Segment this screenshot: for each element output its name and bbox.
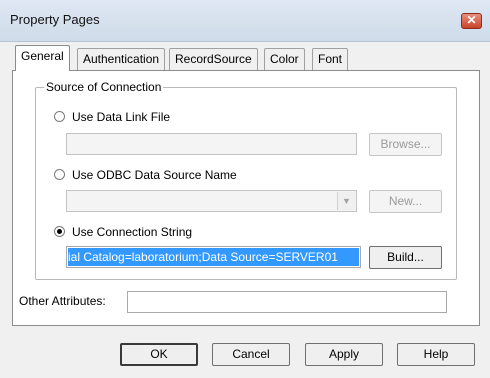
apply-button[interactable]: Apply bbox=[305, 343, 383, 366]
tab-color[interactable]: Color bbox=[264, 48, 305, 70]
property-pages-dialog: Property Pages ✕ General Authentication … bbox=[0, 0, 490, 378]
conn-string-radio[interactable]: Use Connection String bbox=[54, 225, 192, 241]
source-of-connection-group: Source of Connection Use Data Link File … bbox=[35, 80, 457, 280]
build-button[interactable]: Build... bbox=[369, 246, 442, 269]
conn-string-label: Use Connection String bbox=[72, 225, 193, 239]
close-button[interactable]: ✕ bbox=[461, 13, 482, 29]
tab-recordsource[interactable]: RecordSource bbox=[169, 48, 258, 70]
connection-string-value: itial Catalog=laboratorium;Data Source=S… bbox=[68, 248, 359, 266]
radio-button[interactable] bbox=[54, 169, 65, 180]
cancel-button[interactable]: Cancel bbox=[212, 343, 290, 366]
radio-button[interactable] bbox=[54, 111, 65, 122]
title-bar[interactable]: Property Pages ✕ bbox=[0, 0, 490, 42]
odbc-dropdown[interactable]: ▼ bbox=[66, 190, 357, 212]
chevron-down-icon[interactable]: ▼ bbox=[337, 192, 355, 210]
tab-authentication[interactable]: Authentication bbox=[77, 48, 166, 70]
tab-font[interactable]: Font bbox=[312, 48, 349, 70]
connection-string-field[interactable]: itial Catalog=laboratorium;Data Source=S… bbox=[66, 246, 361, 268]
help-button[interactable]: Help bbox=[397, 343, 475, 366]
radio-button-checked[interactable] bbox=[54, 226, 65, 237]
ok-button[interactable]: OK bbox=[120, 343, 198, 366]
new-button[interactable]: New... bbox=[369, 190, 442, 213]
close-icon: ✕ bbox=[466, 13, 477, 27]
other-attributes-input[interactable] bbox=[127, 291, 447, 313]
other-attributes-label: Other Attributes: bbox=[19, 294, 106, 308]
tab-general[interactable]: General bbox=[15, 45, 70, 71]
group-legend: Source of Connection bbox=[44, 80, 164, 94]
odbc-radio[interactable]: Use ODBC Data Source Name bbox=[54, 168, 237, 184]
browse-button[interactable]: Browse... bbox=[369, 133, 442, 156]
data-link-field[interactable] bbox=[66, 133, 357, 155]
window-title: Property Pages bbox=[10, 12, 100, 27]
general-tab-panel: Source of Connection Use Data Link File … bbox=[12, 70, 480, 326]
data-link-label: Use Data Link File bbox=[72, 110, 171, 124]
odbc-label: Use ODBC Data Source Name bbox=[72, 168, 237, 182]
data-link-radio[interactable]: Use Data Link File bbox=[54, 110, 170, 126]
